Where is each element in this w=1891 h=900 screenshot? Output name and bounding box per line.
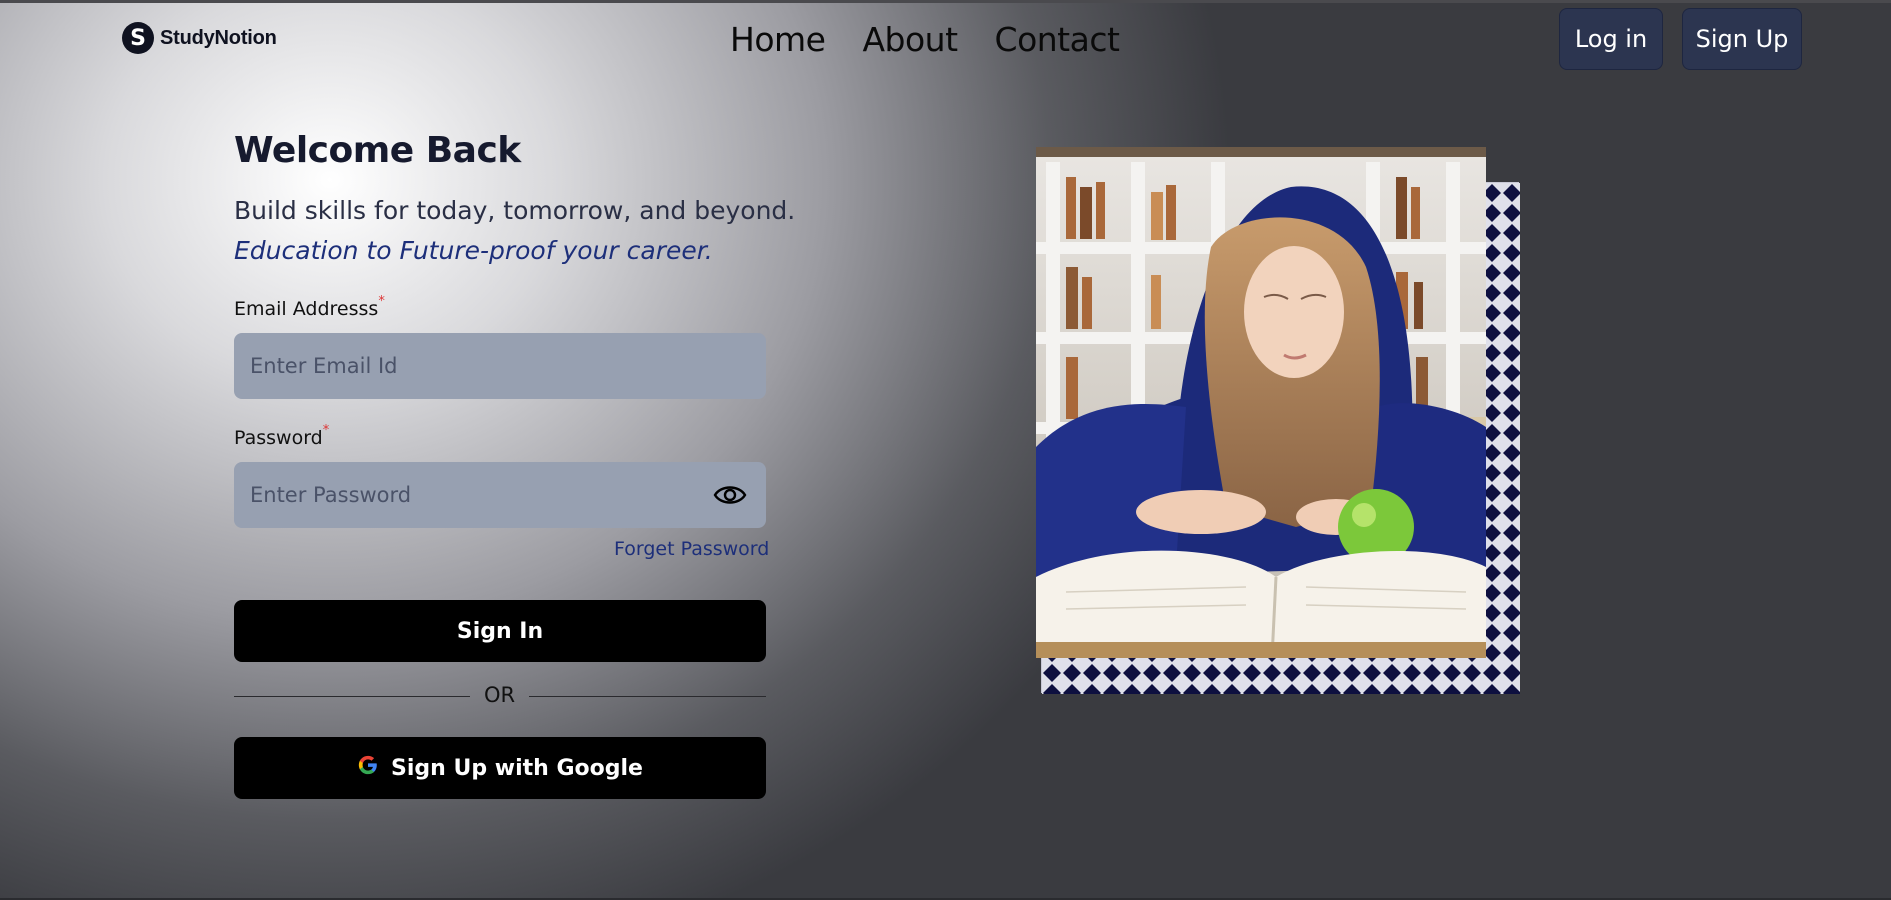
forget-password-link[interactable]: Forget Password [614, 538, 769, 560]
password-label: Password* [234, 423, 329, 449]
email-field[interactable] [234, 333, 766, 399]
page-title: Welcome Back [234, 130, 521, 171]
google-icon [357, 754, 379, 782]
nav-link-home[interactable]: Home [730, 20, 826, 59]
tagline: Education to Future-proof your career. [234, 236, 713, 265]
logo[interactable]: S StudyNotion [122, 22, 277, 54]
email-label-text: Email Addresss [234, 298, 379, 320]
google-signup-label: Sign Up with Google [391, 755, 643, 781]
main-nav: Home About Contact [730, 20, 1120, 59]
logo-text: StudyNotion [160, 26, 277, 49]
or-divider-label: OR [483, 683, 516, 707]
google-signup-button[interactable]: Sign Up with Google [234, 737, 766, 799]
required-mark: * [322, 423, 330, 438]
sign-in-label: Sign In [456, 618, 544, 644]
password-label-text: Password [234, 427, 323, 449]
nav-link-about[interactable]: About [862, 20, 958, 59]
subtitle: Build skills for today, tomorrow, and be… [234, 196, 796, 225]
password-field[interactable] [234, 462, 766, 528]
logo-icon: S [122, 22, 154, 54]
nav-link-contact[interactable]: Contact [995, 20, 1120, 59]
divider-left [234, 696, 470, 697]
divider-right [529, 696, 766, 697]
top-border [0, 0, 1891, 3]
signup-button[interactable]: Sign Up [1682, 8, 1802, 70]
email-label: Email Addresss* [234, 294, 385, 320]
eye-icon[interactable] [713, 482, 747, 508]
hero-image [1036, 147, 1486, 658]
required-mark: * [378, 294, 385, 309]
sign-in-button[interactable]: Sign In [234, 600, 766, 662]
login-button[interactable]: Log in [1559, 8, 1663, 70]
